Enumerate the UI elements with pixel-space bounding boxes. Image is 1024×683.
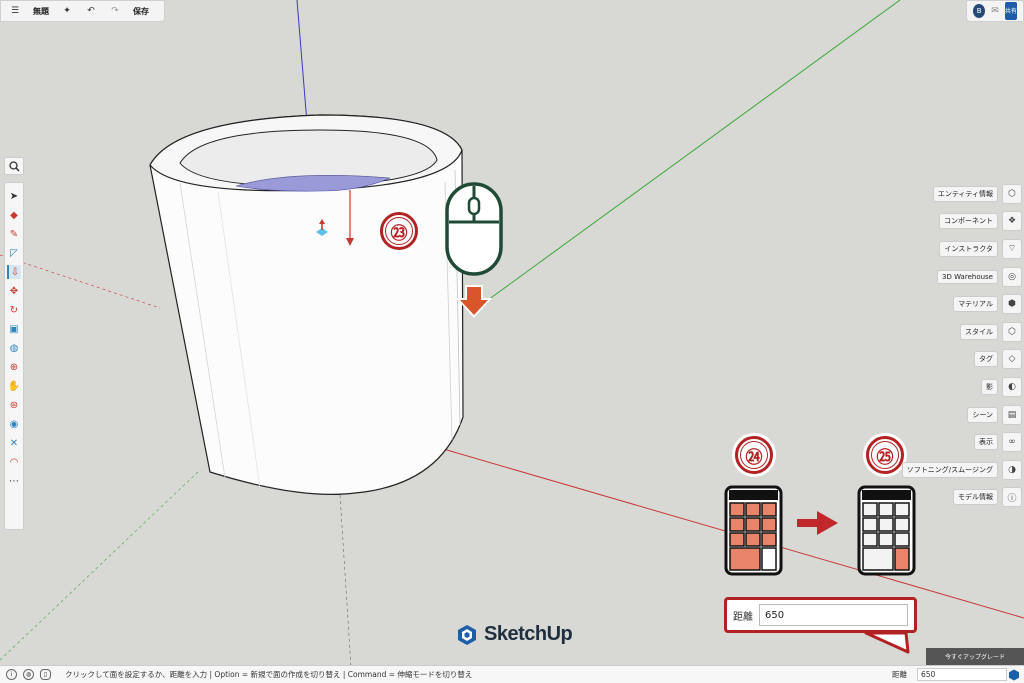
panel-tags[interactable]: タグ ◇ [862,346,1022,374]
distance-callout-value[interactable]: 650 [759,604,908,626]
save-button[interactable]: 保存 [133,6,149,17]
panel-label[interactable]: エンティティ情報 [932,185,998,202]
tool-palette: ➤ ◆ ✎ ◸ ⇩ ✥ ↻ ▣ ◍ ⊕ ✋ ⊛ ◉ ✕ ◠ ⋯ [4,182,24,530]
status-bar: i ◍ ▯ クリックして面を設定するか、距離を入力 | Option = 新規で… [0,665,1024,683]
panel-label[interactable]: タグ [974,351,998,368]
pushpull-tool-icon[interactable]: ⇩ [7,265,21,279]
select-tool-icon[interactable]: ➤ [7,189,21,203]
step-badge-24: ㉔ [735,436,773,474]
entity-info-icon[interactable]: ⬡ [1002,183,1022,204]
panel-display[interactable]: 表示 ∞ [862,428,1022,456]
sketchup-brand: SketchUp [456,623,573,646]
panel-materials[interactable]: マテリアル ⬢ [862,290,1022,318]
zoom-extents-icon[interactable]: ⊛ [7,398,21,412]
red-axis-neg [0,254,161,309]
undo-icon[interactable]: ↶ [85,5,97,17]
search-icon [8,160,20,172]
eraser-tool-icon[interactable]: ◆ [7,208,21,222]
distance-callout: 距離 650 [724,597,917,633]
panel-label[interactable]: インストラクタ [939,240,998,257]
tags-icon[interactable]: ◇ [1002,349,1022,370]
panel-soften[interactable]: ソフトニング/スムージング ◑ [862,456,1022,484]
sparkle-icon[interactable]: ✦ [61,5,73,17]
share-button[interactable]: 共有 [1004,2,1017,20]
search-button[interactable] [4,157,24,175]
measurements-box: 距離 650 [892,668,1007,681]
panel-label[interactable]: コンポーネント [939,213,998,230]
panel-label[interactable]: マテリアル [953,296,998,313]
upgrade-button[interactable]: 今すぐアップグレード [926,648,1024,665]
brand-name: SketchUp [484,623,573,645]
keypad-before-icon [724,485,783,576]
distance-callout-label: 距離 [733,611,753,623]
styles-icon[interactable]: ⬡ [1002,321,1022,342]
step-badge-23: ㉓ [380,212,418,250]
panel-entity-info[interactable]: エンティティ情報 ⬡ [862,180,1022,208]
globe-icon[interactable]: ◍ [23,669,34,680]
display-icon[interactable]: ∞ [1002,432,1022,453]
soften-icon[interactable]: ◑ [1002,459,1022,480]
sketchup-logo-icon [458,624,476,645]
avatar[interactable]: B [973,4,986,18]
rectangle-tool-icon[interactable]: ◸ [7,246,21,260]
arrow-right-icon [797,511,838,535]
panel-label[interactable]: 3D Warehouse [937,269,998,284]
panel-label[interactable]: 影 [981,378,998,395]
panel-shadows[interactable]: 影 ◐ [862,373,1022,401]
components-icon[interactable]: ❖ [1002,211,1022,232]
paint-bucket-icon[interactable]: ◍ [7,341,21,355]
green-axis [487,0,901,301]
panel-instructor[interactable]: インストラクタ ⌔ [862,235,1022,263]
panel-model-info[interactable]: モデル情報 ⓘ [862,484,1022,512]
shadows-icon[interactable]: ◐ [1002,376,1022,397]
panel-components[interactable]: コンポーネント ❖ [862,208,1022,236]
sketchup-small-icon [1009,669,1019,680]
pencil-tool-icon[interactable]: ✎ [7,227,21,241]
instructor-icon[interactable]: ⌔ [1002,238,1022,259]
file-name[interactable]: 無題 [33,6,49,17]
panel-label[interactable]: モデル情報 [953,489,998,506]
tape-measure-icon[interactable]: ◉ [7,417,21,431]
megaphone-icon[interactable]: ✉ [991,6,999,16]
panel-3d-warehouse[interactable]: 3D Warehouse ◎ [862,263,1022,291]
move-tool-icon[interactable]: ✥ [7,284,21,298]
hamburger-icon[interactable]: ☰ [9,5,21,17]
rotate-tool-icon[interactable]: ↻ [7,303,21,317]
redo-icon[interactable]: ↷ [109,5,121,17]
blue-axis-neg [339,494,353,683]
protractor-icon[interactable]: ◠ [7,455,21,469]
panel-label[interactable]: ソフトニング/スムージング [901,461,998,478]
dimension-tool-icon[interactable]: ✕ [7,436,21,450]
panel-tray: エンティティ情報 ⬡ コンポーネント ❖ インストラクタ ⌔ 3D Wareho… [862,180,1022,511]
green-axis-neg [0,469,201,661]
status-message: クリックして面を設定するか、距離を入力 | Option = 新規で面の作成を切… [65,670,473,679]
more-tools-icon[interactable]: ⋯ [7,474,21,488]
panel-label[interactable]: 表示 [974,434,998,451]
model-info-icon[interactable]: ⓘ [1002,487,1022,508]
panel-scenes[interactable]: シーン ▤ [862,401,1022,429]
scale-tool-icon[interactable]: ▣ [7,322,21,336]
hand-tool-icon[interactable]: ✋ [7,379,21,393]
panel-label[interactable]: スタイル [960,323,998,340]
mouse-scroll-icon [445,182,503,276]
panel-styles[interactable]: スタイル ⬡ [862,318,1022,346]
account-bar: B ✉ 共有 [966,0,1024,22]
materials-icon[interactable]: ⬢ [1002,294,1022,315]
mouse-icon[interactable]: ▯ [40,669,51,680]
panel-label[interactable]: シーン [967,406,998,423]
callout-pointer [864,631,910,654]
measurements-input[interactable]: 650 [917,668,1007,681]
measurements-label: 距離 [892,670,907,679]
orbit-tool-icon[interactable]: ⊕ [7,360,21,374]
scenes-icon[interactable]: ▤ [1002,404,1022,425]
top-toolbar: ☰ 無題 ✦ ↶ ↷ 保存 [0,0,165,22]
info-icon[interactable]: i [6,669,17,680]
warehouse-icon[interactable]: ◎ [1002,266,1022,287]
